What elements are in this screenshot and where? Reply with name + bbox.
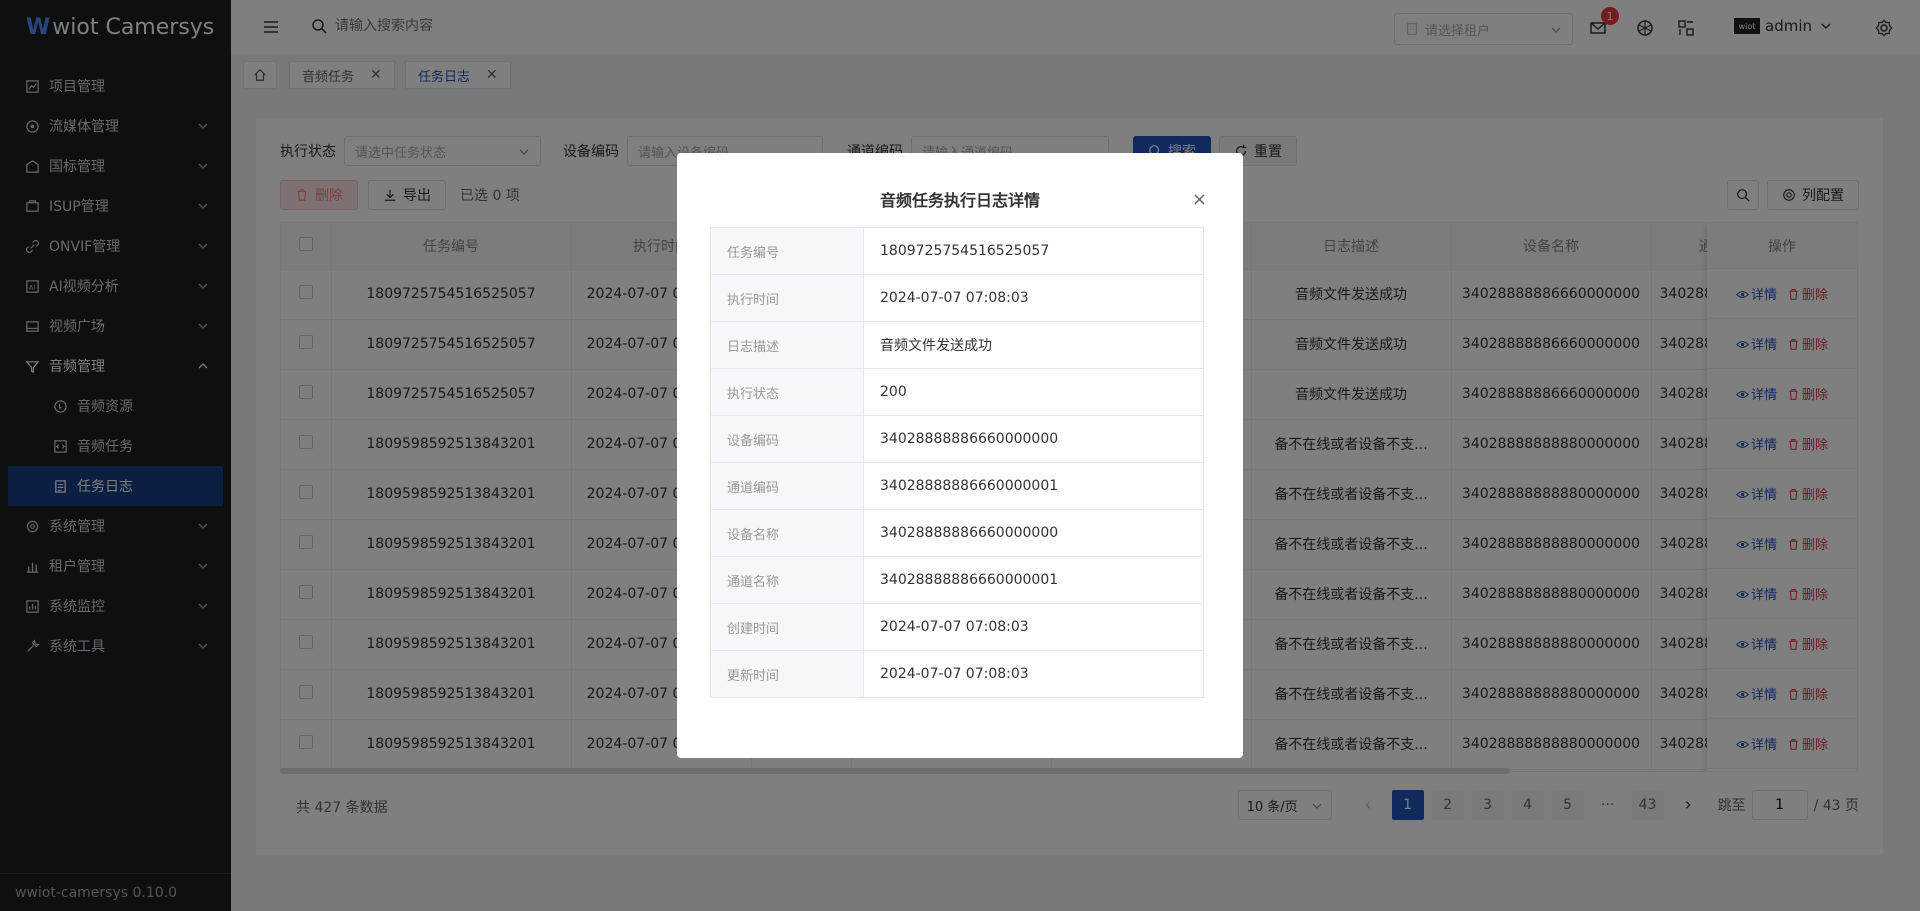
detail-value: 2024-07-07 07:08:03 (863, 603, 1204, 651)
detail-key: 设备编码 (710, 415, 864, 463)
log-detail-dialog: 音频任务执行日志详情 × 任务编号 1809725754516525057 执行时间… (677, 153, 1243, 758)
detail-key: 日志描述 (710, 321, 864, 369)
detail-row: 设备名称 34028888886660000000 (710, 509, 1204, 557)
detail-value: 1809725754516525057 (863, 227, 1204, 275)
detail-row: 执行时间 2024-07-07 07:08:03 (710, 274, 1204, 322)
detail-key: 创建时间 (710, 603, 864, 651)
detail-row: 设备编码 34028888886660000000 (710, 415, 1204, 463)
detail-key: 任务编号 (710, 227, 864, 275)
detail-row: 更新时间 2024-07-07 07:08:03 (710, 650, 1204, 698)
detail-key: 通道名称 (710, 556, 864, 604)
detail-key: 更新时间 (710, 650, 864, 698)
detail-row: 通道编码 34028888886660000001 (710, 462, 1204, 510)
detail-value: 200 (863, 368, 1204, 416)
detail-value: 34028888886660000000 (863, 415, 1204, 463)
close-icon[interactable]: × (1192, 189, 1207, 210)
detail-value: 34028888886660000001 (863, 556, 1204, 604)
dialog-title: 音频任务执行日志详情 (879, 191, 1040, 210)
detail-table: 任务编号 1809725754516525057 执行时间 2024-07-07 07… (710, 227, 1204, 698)
detail-value: 2024-07-07 07:08:03 (863, 274, 1204, 322)
detail-value: 2024-07-07 07:08:03 (863, 650, 1204, 698)
detail-row: 日志描述 音频文件发送成功 (710, 321, 1204, 369)
detail-key: 执行状态 (710, 368, 864, 416)
detail-row: 执行状态 200 (710, 368, 1204, 416)
detail-row: 通道名称 34028888886660000001 (710, 556, 1204, 604)
detail-value: 34028888886660000000 (863, 509, 1204, 557)
detail-row: 创建时间 2024-07-07 07:08:03 (710, 603, 1204, 651)
detail-value: 34028888886660000001 (863, 462, 1204, 510)
detail-value: 音频文件发送成功 (863, 321, 1204, 369)
detail-row: 任务编号 1809725754516525057 (710, 227, 1204, 275)
detail-key: 执行时间 (710, 274, 864, 322)
detail-key: 设备名称 (710, 509, 864, 557)
detail-key: 通道编码 (710, 462, 864, 510)
